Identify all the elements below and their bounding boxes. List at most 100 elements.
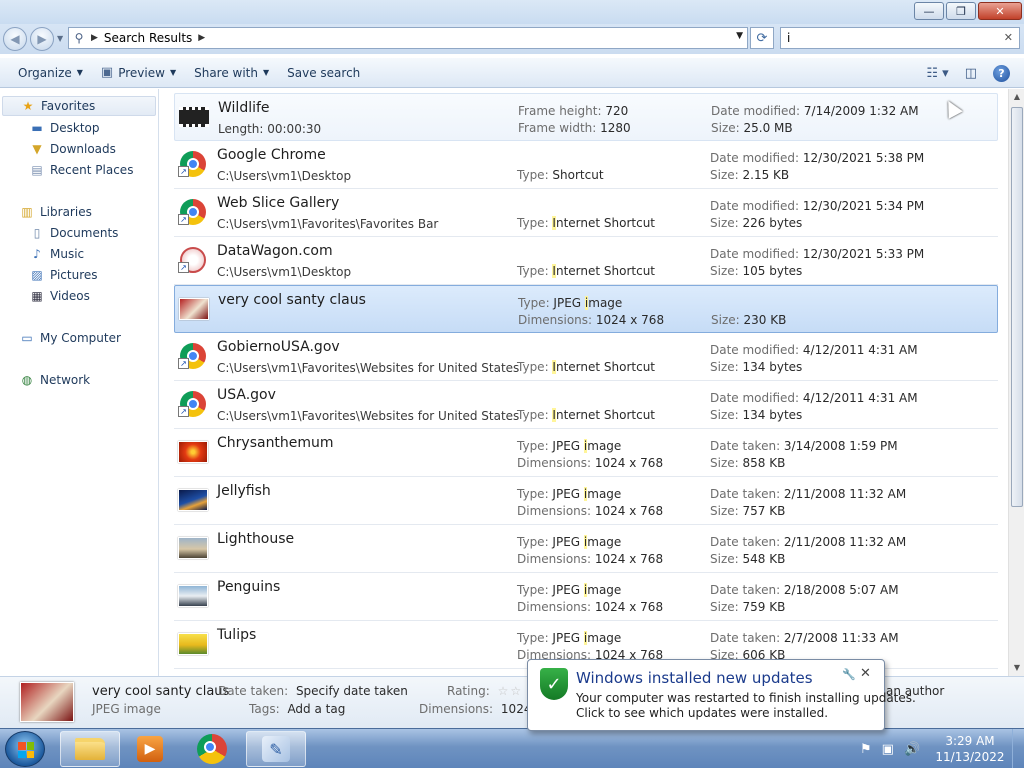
address-bar[interactable]: ⚲ ▶ Search Results ▶ ▼ bbox=[68, 27, 748, 49]
santa-photo-icon bbox=[179, 298, 209, 320]
vertical-scrollbar[interactable]: ▲ ▼ bbox=[1008, 89, 1024, 676]
details-thumbnail bbox=[20, 682, 74, 722]
volume-icon[interactable]: 🔊 bbox=[904, 742, 920, 757]
item-path: C:\Users\vm1\Favorites\Websites for Unit… bbox=[217, 409, 520, 423]
field-value: 2/18/2008 5:07 AM bbox=[783, 583, 899, 597]
field-label: Date modified: bbox=[711, 104, 804, 118]
back-button[interactable]: ◀ bbox=[3, 27, 27, 51]
start-button[interactable] bbox=[5, 731, 45, 767]
notification-close-icon[interactable]: ✕ bbox=[860, 666, 871, 681]
item-size: Size: 757 KB bbox=[710, 504, 785, 518]
list-item-selected[interactable]: very cool santy claus Type: JPEG image D… bbox=[174, 285, 998, 333]
update-notification[interactable]: ✓ Windows installed new updates Your com… bbox=[527, 659, 916, 731]
scrollbar-thumb[interactable] bbox=[1011, 107, 1023, 507]
nav-downloads[interactable]: ▼ Downloads bbox=[28, 139, 116, 159]
change-view-icon[interactable]: ☷ ▾ bbox=[926, 66, 948, 81]
item-size: Size: 2.15 KB bbox=[710, 168, 789, 182]
rating-stars-icon[interactable]: ☆☆ bbox=[498, 684, 524, 698]
details-file-type: JPEG image bbox=[92, 702, 161, 716]
system-clock[interactable]: 3:29 AM 11/13/2022 bbox=[930, 733, 1010, 765]
field-label: Type: bbox=[517, 583, 553, 597]
maximize-button[interactable]: ❐ bbox=[946, 2, 976, 20]
list-item[interactable]: Jellyfish Type: JPEG image Dimensions: 1… bbox=[174, 477, 998, 525]
forward-button[interactable]: ▶ bbox=[30, 27, 54, 51]
breadcrumb-chevron-icon[interactable]: ▶ bbox=[198, 33, 205, 43]
list-item[interactable]: Penguins Type: JPEG image Dimensions: 10… bbox=[174, 573, 998, 621]
breadcrumb-chevron-icon[interactable]: ▶ bbox=[91, 33, 98, 43]
nav-documents[interactable]: ▯ Documents bbox=[28, 223, 119, 243]
refresh-button[interactable]: ⟳ bbox=[750, 27, 774, 49]
network-icon: ◍ bbox=[21, 373, 33, 387]
item-type: Type: Internet Shortcut bbox=[517, 216, 655, 230]
nav-videos[interactable]: ▦ Videos bbox=[28, 286, 90, 306]
share-with-label: Share with bbox=[194, 65, 258, 80]
nav-music-label: Music bbox=[50, 247, 85, 261]
nav-desktop[interactable]: ▬ Desktop bbox=[28, 118, 99, 138]
item-name: Wildlife bbox=[218, 100, 270, 116]
action-center-icon[interactable]: ⚑ bbox=[860, 742, 872, 757]
shortcut-thumbnail: ↗ bbox=[178, 391, 208, 417]
save-search-button[interactable]: Save search bbox=[287, 66, 360, 80]
image-thumbnail bbox=[178, 439, 208, 465]
close-button[interactable]: ✕ bbox=[978, 2, 1022, 20]
back-arrow-icon: ◀ bbox=[10, 32, 20, 46]
list-item[interactable]: ↗ GobiernoUSA.gov C:\Users\vm1\Favorites… bbox=[174, 333, 998, 381]
list-item[interactable]: ↗ Web Slice Gallery C:\Users\vm1\Favorit… bbox=[174, 189, 998, 237]
search-input[interactable]: i ✕ bbox=[780, 27, 1020, 49]
list-item[interactable]: Wildlife Length: 00:00:30 Frame height: … bbox=[174, 93, 998, 141]
list-item[interactable]: ↗ Google Chrome C:\Users\vm1\Desktop Typ… bbox=[174, 141, 998, 189]
field-label: Date modified: bbox=[710, 199, 803, 213]
organize-button[interactable]: Organize ▼ bbox=[18, 66, 83, 80]
nav-documents-label: Documents bbox=[50, 226, 119, 240]
tags-field[interactable]: Add a tag bbox=[287, 702, 345, 716]
taskbar-explorer-button[interactable] bbox=[60, 731, 120, 767]
field-label: Dimensions: bbox=[517, 456, 595, 470]
taskbar: ▶ ✎ ⚑ ▣ 🔊 3:29 AM 11/13/2022 bbox=[0, 728, 1024, 768]
wrench-icon[interactable]: 🔧 bbox=[842, 668, 856, 681]
breadcrumb-search-results[interactable]: Search Results bbox=[104, 31, 192, 45]
clear-search-icon[interactable]: ✕ bbox=[1004, 28, 1013, 48]
nav-recent-places[interactable]: ▤ Recent Places bbox=[28, 160, 133, 180]
nav-recent-places-label: Recent Places bbox=[50, 163, 134, 177]
field-value: 1024 x 768 bbox=[594, 600, 664, 614]
field-value: 134 bytes bbox=[742, 360, 803, 374]
field-value: 2/11/2008 11:32 AM bbox=[783, 487, 907, 501]
help-icon[interactable]: ? bbox=[993, 64, 1010, 82]
recent-pages-dropdown[interactable]: ▼ bbox=[57, 34, 63, 43]
list-item[interactable]: ↗ DataWagon.com C:\Users\vm1\Desktop Typ… bbox=[174, 237, 998, 285]
nav-libraries-label: Libraries bbox=[40, 205, 92, 219]
preview-button[interactable]: ▣ Preview ▼ bbox=[101, 65, 176, 80]
field-label: Date modified: bbox=[710, 151, 803, 165]
list-item[interactable]: ↗ USA.gov C:\Users\vm1\Favorites\Website… bbox=[174, 381, 998, 429]
taskbar-paint-button[interactable]: ✎ bbox=[246, 731, 306, 767]
nav-favorites[interactable]: ★ Favorites bbox=[2, 96, 156, 116]
address-dropdown-icon[interactable]: ▼ bbox=[736, 31, 743, 41]
field-value: 720 bbox=[605, 104, 629, 118]
taskbar-chrome-button[interactable] bbox=[182, 731, 242, 767]
scroll-up-icon[interactable]: ▲ bbox=[1009, 89, 1024, 105]
notification-link[interactable]: Click to see which updates were installe… bbox=[576, 706, 828, 720]
field-value: 1024 x 768 bbox=[594, 504, 664, 518]
taskbar-media-player-button[interactable]: ▶ bbox=[120, 731, 180, 767]
minimize-button[interactable]: — bbox=[914, 2, 944, 20]
share-with-button[interactable]: Share with ▼ bbox=[194, 66, 269, 80]
field-value: 134 bytes bbox=[742, 408, 803, 422]
show-desktop-button[interactable] bbox=[1012, 729, 1024, 768]
nav-music[interactable]: ♪ Music bbox=[28, 244, 84, 264]
scroll-down-icon[interactable]: ▼ bbox=[1009, 660, 1024, 676]
nav-network[interactable]: ◍ Network bbox=[18, 370, 90, 390]
nav-pictures[interactable]: ▨ Pictures bbox=[28, 265, 97, 285]
list-item[interactable]: Lighthouse Type: JPEG image Dimensions: … bbox=[174, 525, 998, 573]
item-name: very cool santy claus bbox=[218, 292, 366, 308]
date-taken-field[interactable]: Specify date taken bbox=[296, 684, 408, 698]
preview-pane-icon[interactable]: ◫ bbox=[965, 66, 977, 81]
videos-icon: ▦ bbox=[31, 289, 43, 303]
item-date-taken: Date taken: 3/14/2008 1:59 PM bbox=[710, 439, 898, 453]
field-label: Size: bbox=[710, 408, 743, 422]
nav-my-computer[interactable]: ▭ My Computer bbox=[18, 328, 121, 348]
network-tray-icon[interactable]: ▣ bbox=[882, 742, 894, 757]
list-item[interactable]: Chrysanthemum Type: JPEG image Dimension… bbox=[174, 429, 998, 477]
nav-libraries[interactable]: ▥ Libraries bbox=[18, 202, 92, 222]
field-value: nternet Shortcut bbox=[555, 360, 656, 374]
window-controls: — ❐ ✕ bbox=[912, 2, 1022, 20]
